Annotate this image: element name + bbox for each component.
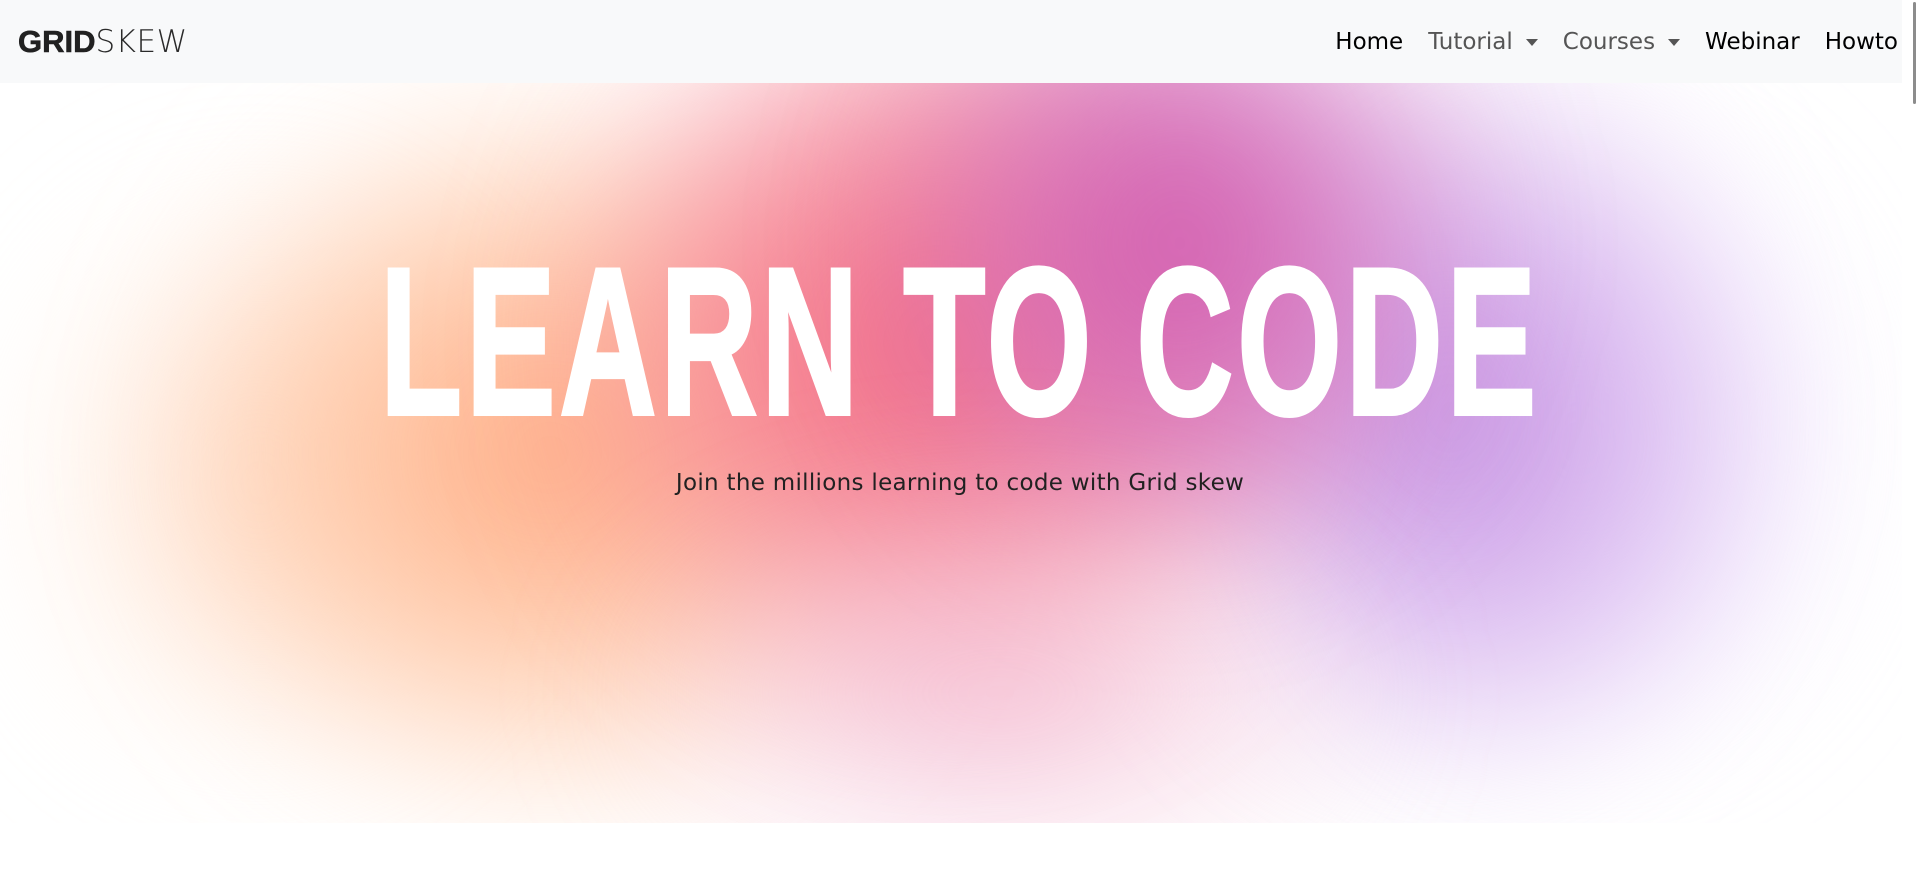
nav-item-label: Tutorial: [1428, 28, 1513, 55]
page: GRID SKEW Home Tutorial Courses Webinar H…: [0, 0, 1920, 870]
nav-item-tutorial[interactable]: Tutorial: [1428, 29, 1538, 55]
nav-item-label: Courses: [1562, 28, 1656, 55]
top-navbar: GRID SKEW Home Tutorial Courses Webinar H…: [0, 0, 1902, 83]
vertical-scrollbar[interactable]: [1902, 0, 1920, 870]
brand-logo[interactable]: GRID SKEW: [18, 23, 188, 60]
nav-item-webinar[interactable]: Webinar: [1705, 29, 1800, 55]
hero-subtitle: Join the millions learning to code with …: [675, 470, 1245, 496]
nav-links: Home Tutorial Courses Webinar Howto: [1310, 0, 1898, 83]
nav-item-label: Howto: [1824, 28, 1898, 55]
hero-section: LEARN TO CODE Join the millions learning…: [0, 83, 1902, 823]
caret-down-icon: [1525, 39, 1538, 46]
nav-item-label: Home: [1335, 28, 1404, 55]
nav-item-courses[interactable]: Courses: [1562, 28, 1681, 55]
brand-logo-light: SKEW: [95, 23, 188, 60]
brand-logo-bold: GRID: [18, 23, 96, 59]
nav-item-howto[interactable]: Howto: [1825, 29, 1898, 55]
nav-item-home[interactable]: Home: [1335, 29, 1403, 55]
nav-item-label: Webinar: [1705, 28, 1800, 55]
hero-title: LEARN TO CODE: [379, 224, 1541, 459]
caret-down-icon: [1668, 39, 1681, 46]
scrollbar-thumb[interactable]: [1913, 2, 1916, 104]
